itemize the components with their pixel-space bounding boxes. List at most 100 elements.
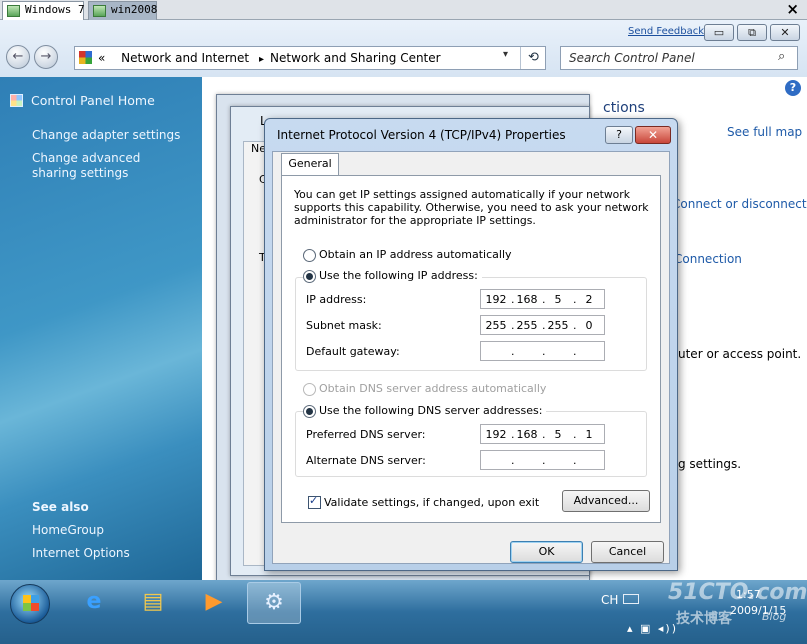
dialog-close-button[interactable]: ✕ — [635, 126, 671, 144]
advanced-button[interactable]: Advanced... — [562, 490, 650, 512]
language-indicator[interactable]: CH — [601, 593, 618, 607]
dialog-title: Internet Protocol Version 4 (TCP/IPv4) P… — [277, 128, 566, 142]
see-also-heading: See also — [32, 500, 89, 514]
preferred-dns-field[interactable]: 192. 168. 5. 1 — [480, 424, 605, 444]
vm-tab-win2008[interactable]: win2008 — [88, 1, 157, 20]
octet: 5 — [554, 428, 562, 441]
alternate-dns-label: Alternate DNS server: — [306, 454, 426, 467]
close-button[interactable]: ✕ — [770, 24, 800, 41]
radio-label: Use the following IP address: — [319, 269, 478, 282]
checkmark-icon: ✓ — [309, 494, 319, 507]
vm-icon — [7, 5, 20, 17]
octet: 0 — [585, 319, 593, 332]
cancel-button[interactable]: Cancel — [591, 541, 664, 563]
forward-button[interactable]: → — [34, 45, 58, 69]
octet: 168 — [516, 293, 538, 306]
vm-tab-label: win2008 — [111, 3, 158, 16]
vm-tab-windows7[interactable]: Windows 7 — [2, 1, 85, 20]
breadcrumb-overflow[interactable]: « — [98, 51, 105, 65]
chevron-down-icon[interactable]: ▾ — [503, 49, 508, 60]
sidebar-item-change-sharing[interactable]: Change advanced sharing settings — [32, 151, 182, 181]
ip-address-label: IP address: — [306, 293, 367, 306]
octet: 168 — [516, 428, 538, 441]
minimize-button[interactable]: ▭ — [704, 24, 734, 41]
breadcrumb-network-internet[interactable]: Network and Internet — [121, 51, 249, 65]
dot: . — [542, 454, 546, 467]
breadcrumb-sharing-center[interactable]: Network and Sharing Center — [270, 51, 441, 65]
octet: 255 — [516, 319, 538, 332]
control-panel-icon — [79, 51, 92, 64]
octet: 2 — [585, 293, 593, 306]
ipv4-properties-dialog: Internet Protocol Version 4 (TCP/IPv4) P… — [264, 118, 678, 571]
connection-link[interactable]: Connection — [674, 252, 742, 266]
use-following-dns-radio[interactable]: Use the following DNS server addresses: — [303, 404, 547, 418]
control-panel-home-icon — [10, 94, 23, 107]
dialog-body: General You can get IP settings assigned… — [272, 151, 670, 564]
see-full-map-link[interactable]: See full map — [727, 125, 802, 139]
octet: 5 — [554, 293, 562, 306]
network-settings-icon[interactable]: ⚙ — [247, 582, 301, 624]
taskbar: e ▤ ▶ ⚙ CH 51CTO.com 技术博客 Blog 1:57 2009… — [0, 580, 807, 644]
dot: . — [542, 345, 546, 358]
send-feedback-link[interactable]: Send Feedback — [628, 26, 704, 37]
media-player-icon[interactable]: ▶ — [187, 582, 241, 624]
help-icon[interactable]: ? — [785, 80, 801, 96]
dot: . — [511, 345, 515, 358]
maximize-button[interactable]: ⧉ — [737, 24, 767, 41]
settings-text: g settings. — [678, 457, 742, 471]
clock-time[interactable]: 1:57 — [736, 588, 761, 601]
obtain-dns-auto-radio[interactable]: Obtain DNS server address automatically — [303, 382, 547, 396]
maximize-icon: ⧉ — [748, 26, 756, 39]
windows-logo-icon — [23, 595, 39, 611]
radio-label: Obtain DNS server address automatically — [319, 382, 547, 395]
keyboard-icon[interactable] — [623, 594, 639, 604]
obtain-ip-auto-radio[interactable]: Obtain an IP address automatically — [303, 248, 512, 262]
preferred-dns-label: Preferred DNS server: — [306, 428, 426, 441]
alternate-dns-field[interactable]: ... — [480, 450, 605, 470]
sidebar-item-homegroup[interactable]: HomeGroup — [32, 523, 104, 538]
watermark-text: 技术博客 — [676, 611, 732, 627]
octet: 192 — [485, 293, 507, 306]
use-following-ip-radio[interactable]: Use the following IP address: — [303, 269, 482, 283]
general-tab-page: You can get IP settings assigned automat… — [281, 175, 661, 523]
dot: . — [573, 345, 577, 358]
octet: 192 — [485, 428, 507, 441]
clock-date[interactable]: 2009/1/15 — [730, 604, 786, 617]
file-explorer-icon[interactable]: ▤ — [126, 582, 180, 624]
close-icon: ✕ — [780, 26, 790, 39]
checkbox-label: Validate settings, if changed, upon exit — [324, 496, 540, 509]
search-input[interactable]: Search Control Panel — [560, 46, 798, 70]
radio-label: Use the following DNS server addresses: — [319, 404, 543, 417]
sidebar-item-control-panel-home[interactable]: Control Panel Home — [31, 93, 155, 108]
dialog-help-button[interactable]: ? — [605, 126, 633, 144]
vm-tab-bar: Windows 7 win2008 × — [0, 0, 807, 20]
refresh-icon[interactable]: ⟲ — [520, 47, 546, 69]
internet-explorer-icon[interactable]: e — [67, 582, 121, 624]
subnet-mask-label: Subnet mask: — [306, 319, 382, 332]
subnet-mask-field[interactable]: 255. 255. 255. 0 — [480, 315, 605, 335]
minimize-icon: ▭ — [713, 26, 725, 39]
default-gateway-field[interactable]: ... — [480, 341, 605, 361]
tray-icons[interactable]: ▴ ▣ ◂)) — [627, 622, 678, 635]
tab-general[interactable]: General — [281, 153, 339, 175]
default-gateway-label: Default gateway: — [306, 345, 400, 358]
vm-close-icon[interactable]: × — [786, 0, 799, 18]
sidebar-item-internet-options[interactable]: Internet Options — [32, 546, 130, 561]
octet: 255 — [485, 319, 507, 332]
start-button[interactable] — [10, 584, 50, 624]
octet: 255 — [547, 319, 569, 332]
ip-address-field[interactable]: 192. 168. 5. 2 — [480, 289, 605, 309]
validate-settings-checkbox[interactable]: ✓ Validate settings, if changed, upon exi… — [308, 494, 540, 509]
search-icon[interactable]: ⌕ — [778, 49, 785, 64]
ok-button[interactable]: OK — [510, 541, 583, 563]
vm-tab-label: Windows 7 — [25, 3, 85, 16]
sidebar-item-change-adapter[interactable]: Change adapter settings — [32, 128, 180, 143]
address-bar[interactable]: « Network and Internet ▸ Network and Shar… — [74, 46, 546, 70]
back-button[interactable]: ← — [6, 45, 30, 69]
vm-icon — [93, 5, 106, 17]
router-text: uter or access point. — [678, 347, 802, 361]
octet: 1 — [585, 428, 593, 441]
chevron-right-icon[interactable]: ▸ — [259, 54, 264, 65]
radio-label: Obtain an IP address automatically — [319, 248, 512, 261]
connect-disconnect-link[interactable]: Connect or disconnect — [672, 197, 807, 211]
